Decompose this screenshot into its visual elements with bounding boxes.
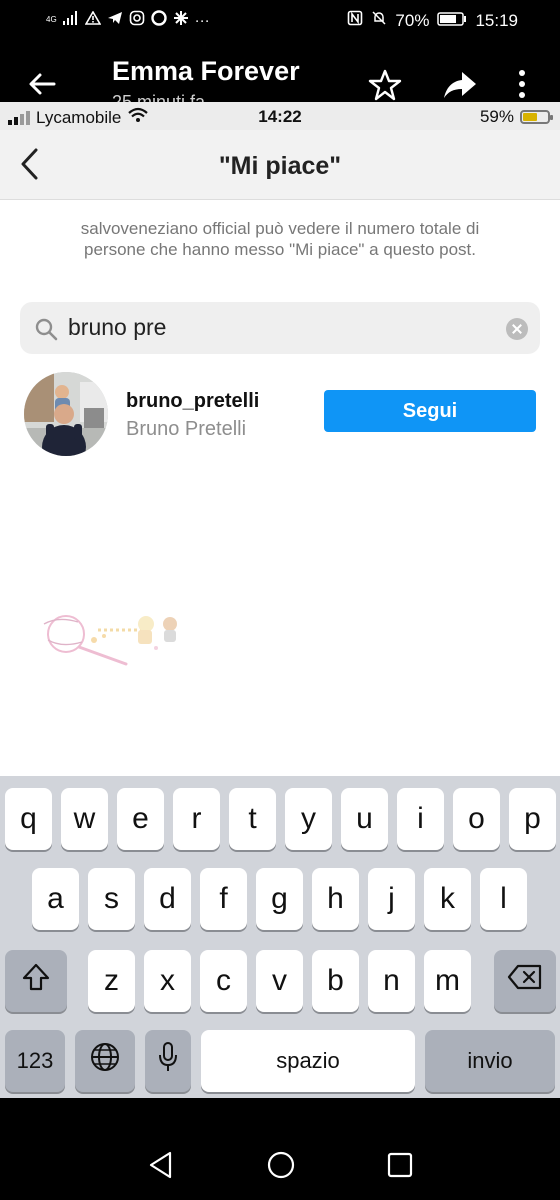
app-header: Emma Forever 25 minuti fa bbox=[0, 42, 560, 112]
battery-percent: 70% bbox=[395, 10, 430, 30]
key-u[interactable]: u bbox=[341, 788, 388, 850]
backspace-key[interactable] bbox=[494, 950, 556, 1012]
watermark-logo bbox=[38, 610, 188, 666]
backspace-icon bbox=[507, 964, 543, 998]
numbers-key[interactable]: 123 bbox=[5, 1030, 65, 1092]
shift-icon bbox=[21, 962, 51, 1000]
mute-bell-icon bbox=[371, 10, 387, 31]
globe-icon bbox=[89, 1041, 121, 1081]
clear-icon[interactable] bbox=[506, 318, 528, 340]
key-q[interactable]: q bbox=[5, 788, 52, 850]
nav-back-icon[interactable] bbox=[148, 1150, 174, 1185]
key-n[interactable]: n bbox=[368, 950, 415, 1012]
microphone-icon bbox=[157, 1041, 179, 1081]
warning-icon bbox=[84, 10, 102, 29]
ios-time: 14:22 bbox=[258, 107, 302, 126]
more-vert-icon[interactable] bbox=[516, 68, 528, 105]
key-c[interactable]: c bbox=[200, 950, 247, 1012]
key-k[interactable]: k bbox=[424, 868, 471, 930]
full-name: Bruno Pretelli bbox=[126, 418, 247, 440]
shift-key[interactable] bbox=[5, 950, 67, 1012]
nav-recents-icon[interactable] bbox=[386, 1150, 414, 1185]
key-x[interactable]: x bbox=[144, 950, 191, 1012]
nav-bar: "Mi piace" bbox=[0, 130, 560, 200]
key-i[interactable]: i bbox=[397, 788, 444, 850]
key-p[interactable]: p bbox=[509, 788, 556, 850]
search-input[interactable]: bruno pre bbox=[68, 314, 166, 341]
nav-home-icon[interactable] bbox=[266, 1150, 296, 1185]
back-arrow-icon[interactable] bbox=[26, 68, 62, 104]
flower-icon bbox=[173, 10, 189, 30]
ios-battery-percent: 59% bbox=[479, 107, 514, 126]
follow-button[interactable]: Segui bbox=[324, 390, 536, 432]
key-o[interactable]: o bbox=[453, 788, 500, 850]
microphone-key[interactable] bbox=[145, 1030, 191, 1092]
telegram-icon bbox=[107, 11, 123, 29]
key-m[interactable]: m bbox=[424, 950, 471, 1012]
key-j[interactable]: j bbox=[368, 868, 415, 930]
key-l[interactable]: l bbox=[480, 868, 527, 930]
key-r[interactable]: r bbox=[173, 788, 220, 850]
key-t[interactable]: t bbox=[229, 788, 276, 850]
android-status-bar: 4G ··· 70% 15:19 bbox=[0, 0, 560, 42]
key-h[interactable]: h bbox=[312, 868, 359, 930]
keyboard: qwertyuiop asdfghjkl zxcvbnm 123 spazio … bbox=[0, 776, 560, 1098]
key-s[interactable]: s bbox=[88, 868, 135, 930]
key-w[interactable]: w bbox=[61, 788, 108, 850]
page-title: "Mi piace" bbox=[218, 152, 342, 180]
post-title: Emma Forever bbox=[112, 56, 300, 86]
signal-icon bbox=[62, 11, 79, 29]
key-g[interactable]: g bbox=[256, 868, 303, 930]
search-icon bbox=[34, 317, 58, 346]
ios-status-bar: Lycamobile 14:22 59% bbox=[0, 102, 560, 130]
key-y[interactable]: y bbox=[285, 788, 332, 850]
key-v[interactable]: v bbox=[256, 950, 303, 1012]
key-f[interactable]: f bbox=[200, 868, 247, 930]
network-type: 4G bbox=[46, 15, 57, 24]
key-b[interactable]: b bbox=[312, 950, 359, 1012]
more-notifications-icon: ··· bbox=[194, 11, 210, 29]
return-key[interactable]: invio bbox=[425, 1030, 555, 1092]
ios-battery-icon bbox=[520, 110, 553, 124]
key-e[interactable]: e bbox=[117, 788, 164, 850]
search-bar[interactable]: bruno pre bbox=[20, 302, 540, 354]
key-z[interactable]: z bbox=[88, 950, 135, 1012]
globe-key[interactable] bbox=[75, 1030, 135, 1092]
space-key[interactable]: spazio bbox=[201, 1030, 415, 1092]
android-nav-bar bbox=[0, 1098, 560, 1200]
avatar[interactable] bbox=[24, 372, 108, 456]
likes-info-text: salvoveneziano official può vedere il nu… bbox=[80, 219, 480, 259]
key-a[interactable]: a bbox=[32, 868, 79, 930]
clock: 15:19 bbox=[475, 10, 518, 30]
instagram-icon bbox=[129, 10, 145, 30]
list-item[interactable]: bruno_pretelli Bruno Pretelli Segui bbox=[0, 370, 560, 460]
battery-icon bbox=[437, 11, 467, 31]
screenshot-content: Lycamobile 14:22 59% "Mi piace" salvoven… bbox=[0, 102, 560, 776]
username[interactable]: bruno_pretelli bbox=[126, 390, 259, 413]
nfc-icon bbox=[347, 10, 363, 31]
key-d[interactable]: d bbox=[144, 868, 191, 930]
opera-icon bbox=[150, 10, 167, 30]
